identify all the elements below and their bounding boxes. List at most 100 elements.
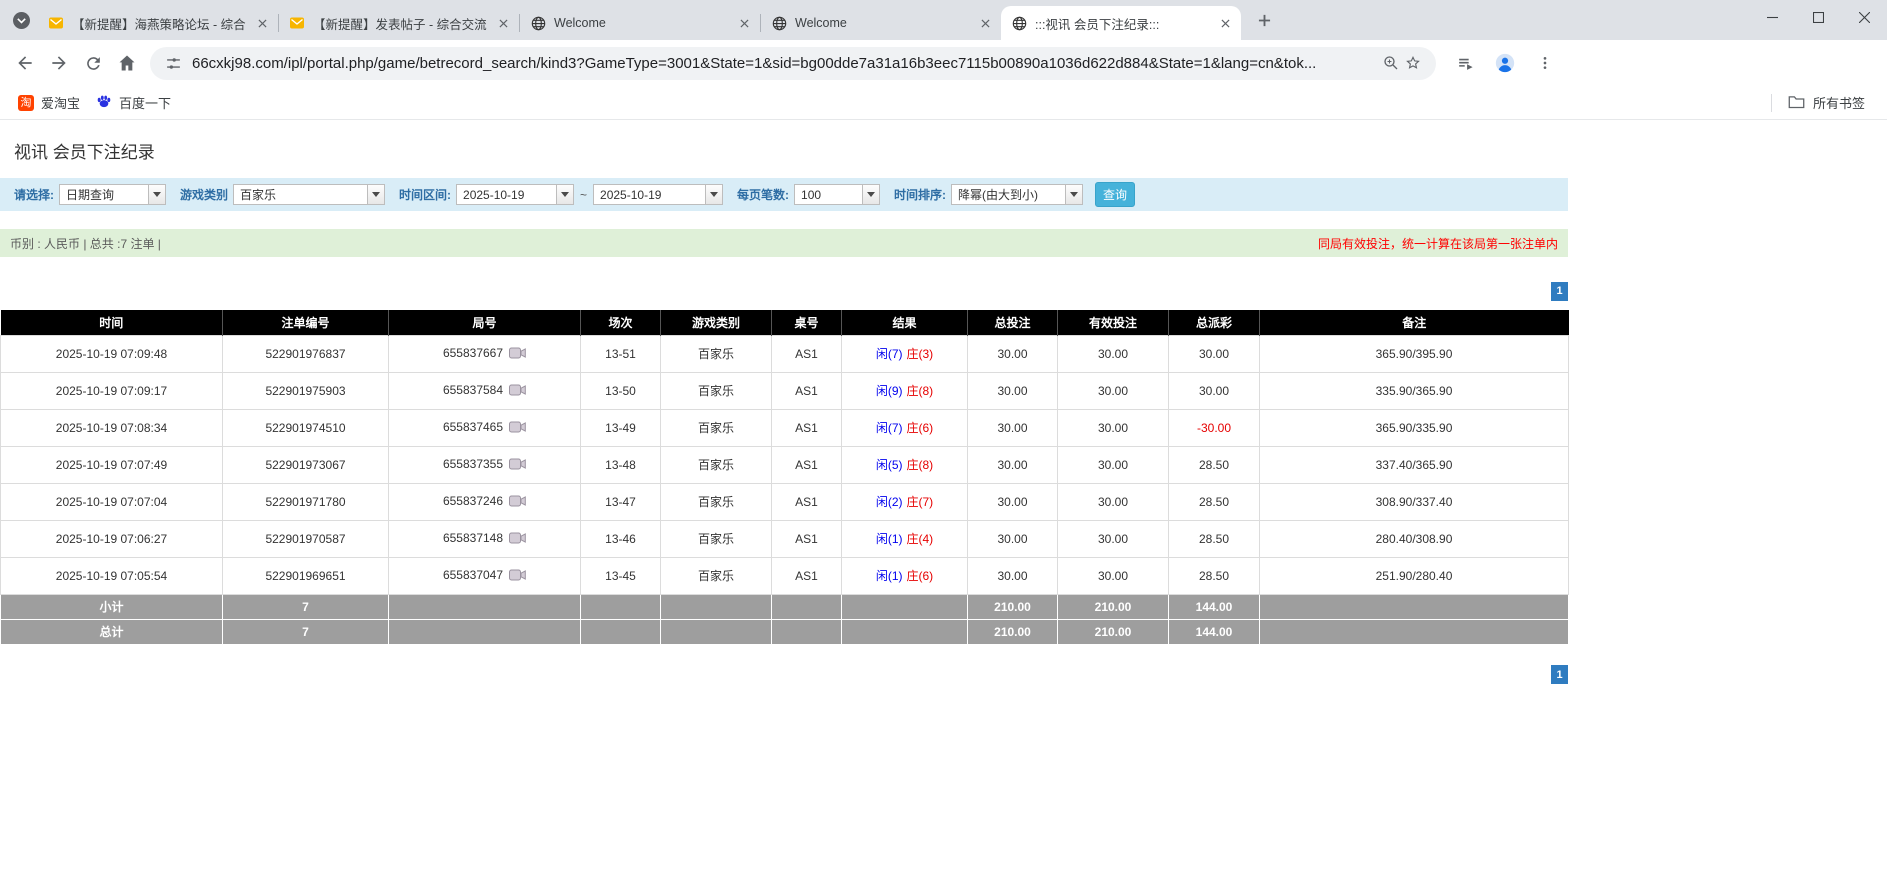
minimize-button[interactable] bbox=[1749, 0, 1795, 34]
tune-icon[interactable] bbox=[162, 52, 184, 74]
taobao-icon: 淘 bbox=[18, 95, 34, 111]
game-type-value: 百家乐 bbox=[234, 185, 367, 204]
result-banker: 庄(3) bbox=[907, 347, 934, 361]
maximize-button[interactable] bbox=[1795, 0, 1841, 34]
table-row: 2025-10-19 07:09:17 522901975903 6558375… bbox=[1, 372, 1569, 409]
video-replay-icon[interactable] bbox=[509, 570, 526, 584]
close-icon[interactable] bbox=[977, 15, 993, 31]
cell-table-no: AS1 bbox=[772, 446, 842, 483]
cell-session: 13-45 bbox=[581, 557, 661, 594]
video-replay-icon[interactable] bbox=[509, 459, 526, 473]
cell-table-no: AS1 bbox=[772, 557, 842, 594]
bookmark-baidu[interactable]: 百度一下 bbox=[88, 89, 179, 116]
date-from-select[interactable]: 2025-10-19 bbox=[456, 184, 574, 205]
cell-time: 2025-10-19 07:07:49 bbox=[1, 446, 223, 483]
tab-forum-2[interactable]: 【新提醒】发表帖子 - 综合交流 bbox=[279, 6, 519, 40]
chevron-down-icon bbox=[367, 185, 384, 204]
profile-avatar[interactable] bbox=[1490, 48, 1520, 78]
bookmark-taobao[interactable]: 淘 爱淘宝 bbox=[10, 89, 88, 116]
cell-round: 655837355 bbox=[389, 446, 581, 483]
column-header: 局号 bbox=[389, 310, 581, 335]
cell-session: 13-51 bbox=[581, 335, 661, 372]
page-size-label: 每页笔数: bbox=[737, 186, 789, 203]
sort-select[interactable]: 降幂(由大到小) bbox=[951, 184, 1083, 205]
video-replay-icon[interactable] bbox=[509, 348, 526, 362]
cell-valid-bet: 30.00 bbox=[1058, 409, 1169, 446]
cell-total-bet-link[interactable]: 30.00 bbox=[968, 557, 1058, 594]
baidu-icon bbox=[96, 93, 112, 112]
cell-bet-id: 522901974510 bbox=[223, 409, 389, 446]
tab-forum-1[interactable]: 【新提醒】海燕策略论坛 - 综合 bbox=[38, 6, 278, 40]
result-banker: 庄(6) bbox=[907, 421, 934, 435]
cell-round: 655837584 bbox=[389, 372, 581, 409]
tab-bet-record-active[interactable]: :::视讯 会员下注纪录::: bbox=[1001, 6, 1241, 40]
cell-remark: 280.40/308.90 bbox=[1260, 520, 1569, 557]
video-replay-icon[interactable] bbox=[509, 385, 526, 399]
cell-time: 2025-10-19 07:06:27 bbox=[1, 520, 223, 557]
subtotal-label: 小计 bbox=[1, 594, 223, 619]
video-replay-icon[interactable] bbox=[509, 533, 526, 547]
search-button[interactable]: 查询 bbox=[1095, 182, 1135, 207]
pagination-page-1[interactable]: 1 bbox=[1551, 282, 1568, 301]
tab-strip: 【新提醒】海燕策略论坛 - 综合 【新提醒】发表帖子 - 综合交流 Welcom… bbox=[0, 0, 1887, 40]
cell-valid-bet: 30.00 bbox=[1058, 557, 1169, 594]
all-bookmarks[interactable]: 所有书签 bbox=[1771, 93, 1883, 112]
back-button[interactable] bbox=[8, 46, 42, 80]
date-separator: ~ bbox=[580, 188, 587, 202]
address-bar[interactable]: 66cxkj98.com/ipl/portal.php/game/betreco… bbox=[150, 47, 1436, 80]
cell-valid-bet: 30.00 bbox=[1058, 335, 1169, 372]
cell-total-bet-link[interactable]: 30.00 bbox=[968, 446, 1058, 483]
cell-total-bet-link[interactable]: 30.00 bbox=[968, 409, 1058, 446]
page-size-select[interactable]: 100 bbox=[794, 184, 880, 205]
media-controls-icon[interactable] bbox=[1450, 48, 1480, 78]
column-header: 总派彩 bbox=[1169, 310, 1260, 335]
refresh-button[interactable] bbox=[76, 46, 110, 80]
round-number: 655837465 bbox=[443, 420, 503, 434]
video-replay-icon[interactable] bbox=[509, 496, 526, 510]
result-banker: 庄(4) bbox=[907, 532, 934, 546]
cell-bet-id: 522901976837 bbox=[223, 335, 389, 372]
cell-bet-id: 522901973067 bbox=[223, 446, 389, 483]
cell-payout: -30.00 bbox=[1169, 409, 1260, 446]
window-close-button[interactable] bbox=[1841, 0, 1887, 34]
cell-table-no: AS1 bbox=[772, 409, 842, 446]
close-icon[interactable] bbox=[495, 15, 511, 31]
menu-kebab-icon[interactable] bbox=[1530, 48, 1560, 78]
round-number: 655837584 bbox=[443, 383, 503, 397]
url-text[interactable]: 66cxkj98.com/ipl/portal.php/game/betreco… bbox=[192, 55, 1372, 72]
home-button[interactable] bbox=[110, 46, 144, 80]
column-header: 游戏类别 bbox=[661, 310, 772, 335]
folder-icon bbox=[1788, 94, 1805, 112]
bookmark-star-icon[interactable] bbox=[1402, 52, 1424, 74]
cell-bet-id: 522901975903 bbox=[223, 372, 389, 409]
cell-table-no: AS1 bbox=[772, 483, 842, 520]
column-header: 结果 bbox=[842, 310, 968, 335]
table-row: 2025-10-19 07:07:04 522901971780 6558372… bbox=[1, 483, 1569, 520]
date-to-select[interactable]: 2025-10-19 bbox=[593, 184, 723, 205]
game-type-select[interactable]: 百家乐 bbox=[233, 184, 385, 205]
new-tab-button[interactable] bbox=[1251, 7, 1277, 33]
result-player: 闲(2) bbox=[876, 495, 903, 509]
close-icon[interactable] bbox=[254, 15, 270, 31]
column-header: 时间 bbox=[1, 310, 223, 335]
forward-button[interactable] bbox=[42, 46, 76, 80]
table-row: 2025-10-19 07:08:34 522901974510 6558374… bbox=[1, 409, 1569, 446]
cell-total-bet-link[interactable]: 30.00 bbox=[968, 520, 1058, 557]
zoom-icon[interactable] bbox=[1380, 52, 1402, 74]
table-row: 2025-10-19 07:05:54 522901969651 6558370… bbox=[1, 557, 1569, 594]
cell-total-bet-link[interactable]: 30.00 bbox=[968, 372, 1058, 409]
cell-remark: 365.90/395.90 bbox=[1260, 335, 1569, 372]
tab-welcome-1[interactable]: Welcome bbox=[520, 6, 760, 40]
cell-round: 655837667 bbox=[389, 335, 581, 372]
cell-total-bet-link[interactable]: 30.00 bbox=[968, 335, 1058, 372]
tab-welcome-2[interactable]: Welcome bbox=[761, 6, 1001, 40]
tab-list-chevron-icon[interactable] bbox=[8, 7, 34, 33]
query-type-select[interactable]: 日期查询 bbox=[59, 184, 166, 205]
cell-total-bet-link[interactable]: 30.00 bbox=[968, 483, 1058, 520]
close-icon[interactable] bbox=[736, 15, 752, 31]
cell-valid-bet: 30.00 bbox=[1058, 446, 1169, 483]
close-icon[interactable] bbox=[1217, 15, 1233, 31]
cell-remark: 365.90/335.90 bbox=[1260, 409, 1569, 446]
pagination-page-1[interactable]: 1 bbox=[1551, 665, 1568, 684]
video-replay-icon[interactable] bbox=[509, 422, 526, 436]
